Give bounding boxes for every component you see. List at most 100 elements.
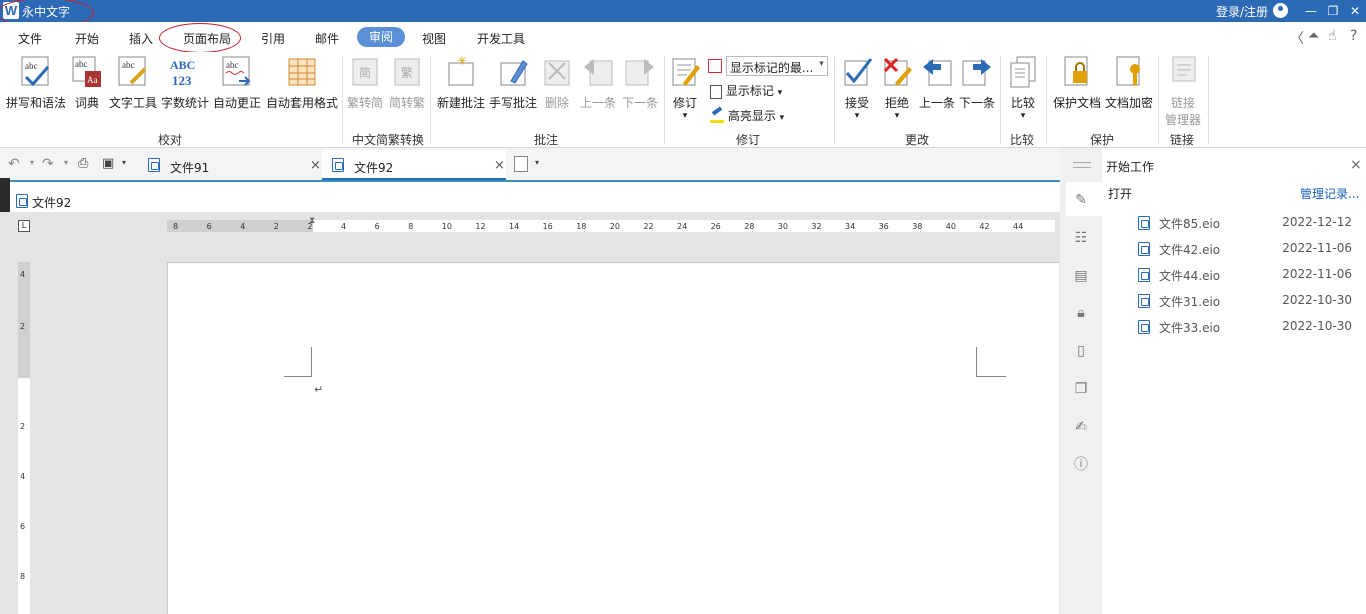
highlight-button[interactable]: 高亮显示 ▾: [710, 105, 785, 124]
chevron-down-icon: ▾: [779, 113, 785, 123]
recent-file-date: 2022-11-06: [1282, 241, 1352, 255]
undo-icon[interactable]: ↶: [8, 156, 20, 172]
to-simplified-button[interactable]: 简 繁转简: [344, 52, 386, 132]
chevron-left-icon[interactable]: 〈: [1290, 28, 1304, 48]
menu-references[interactable]: 引用: [261, 30, 285, 47]
prev-change-button[interactable]: 上一条: [916, 52, 958, 132]
svg-text:简: 简: [359, 66, 371, 80]
ruler-tick: 12: [475, 222, 486, 231]
ruler-tick: 6: [206, 222, 212, 231]
close-tab-icon[interactable]: ×: [494, 158, 505, 173]
recent-file-item[interactable]: 文件31.eio 2022-10-30: [1136, 290, 1356, 310]
dropdown-arrow-icon: ▾: [1020, 111, 1026, 121]
protect-document-button[interactable]: 保护文档: [1050, 52, 1104, 132]
recent-file-item[interactable]: 文件33.eio 2022-10-30: [1136, 316, 1356, 336]
menu-file[interactable]: 文件: [18, 30, 42, 47]
group-label-compare: 比较: [1010, 133, 1035, 147]
ruler-tick: 18: [576, 222, 587, 231]
redo-icon[interactable]: ↷: [42, 156, 54, 172]
print-preview-icon[interactable]: ⎙: [78, 156, 88, 171]
new-document-icon[interactable]: [514, 156, 528, 172]
close-icon[interactable]: ×: [1350, 157, 1362, 173]
close-icon[interactable]: ✕: [1346, 2, 1364, 20]
styles-icon[interactable]: ▤: [1073, 268, 1089, 284]
recent-file-item[interactable]: 文件44.eio 2022-11-06: [1136, 264, 1356, 284]
track-changes-button[interactable]: 修订 ▾: [666, 52, 704, 132]
to-traditional-button[interactable]: 繁 简转繁: [386, 52, 428, 132]
dropdown-arrow-icon: ▾: [682, 111, 688, 121]
delete-comment-button[interactable]: 删除: [534, 52, 580, 132]
restore-icon[interactable]: ❐: [1324, 2, 1342, 20]
menu-review[interactable]: 审阅: [357, 27, 405, 47]
group-label-links: 链接: [1170, 133, 1195, 147]
recent-file-name: 文件33.eio: [1159, 321, 1221, 335]
close-tab-icon[interactable]: ×: [310, 158, 321, 173]
next-comment-button[interactable]: 下一条: [618, 52, 662, 132]
horizontal-ruler[interactable]: ⧗ 8 6 4 2 2 4 6 8 10 12 14 16 18 20 22 24 26 28 30 32 34 36 38…: [167, 216, 1055, 232]
autoformat-button[interactable]: 自动套用格式: [264, 52, 340, 132]
pencil-icon[interactable]: ✎: [1073, 192, 1089, 208]
accept-button[interactable]: 接受 ▾: [836, 52, 878, 132]
reject-button[interactable]: 拒绝 ▾: [876, 52, 918, 132]
menu-mailings[interactable]: 邮件: [315, 30, 339, 47]
ruler-tick: 10: [441, 222, 452, 231]
help-icon[interactable]: ⓘ: [1073, 457, 1089, 473]
prev-comment-button[interactable]: 上一条: [576, 52, 620, 132]
drag-handle-icon[interactable]: [1073, 162, 1091, 168]
login-link[interactable]: 登录/注册: [1216, 3, 1268, 20]
paragraph-mark-icon: ↵: [314, 383, 324, 396]
tab-doc92[interactable]: 文件92 ×: [322, 150, 506, 180]
clipboard-icon[interactable]: ▯: [1073, 343, 1089, 359]
spell-grammar-button[interactable]: abc 拼写和语法: [6, 52, 66, 132]
user-icon[interactable]: [1273, 3, 1288, 18]
menu-view[interactable]: 视图: [422, 30, 446, 47]
vertical-ruler[interactable]: 4 2 2 4 6 8: [18, 262, 30, 614]
menu-insert[interactable]: 插入: [129, 30, 153, 47]
tab-doc91[interactable]: 文件91 ×: [140, 150, 322, 180]
chevron-down-icon[interactable]: ▾: [64, 158, 68, 167]
hand-icon[interactable]: ☝: [1328, 28, 1337, 44]
recent-file-item[interactable]: 文件42.eio 2022-11-06: [1136, 238, 1356, 258]
ribbon-separator: [1046, 56, 1047, 144]
manage-records-link[interactable]: 管理记录...: [1300, 185, 1359, 202]
text-tool-button[interactable]: abc 文字工具: [106, 52, 160, 132]
next-change-button[interactable]: 下一条: [956, 52, 998, 132]
encrypt-document-button[interactable]: 文档加密: [1102, 52, 1156, 132]
chevron-down-icon[interactable]: ▾: [122, 158, 126, 167]
ruler-tick: 36: [878, 222, 889, 231]
edit-icon[interactable]: ✍: [1073, 419, 1089, 435]
minimize-icon[interactable]: —: [1302, 2, 1320, 20]
collapse-ribbon-icon[interactable]: ⏶: [1308, 28, 1319, 44]
copy-icon[interactable]: ❐: [1073, 381, 1089, 397]
document-page[interactable]: ↵: [167, 262, 1059, 614]
ruler-tick: 30: [777, 222, 788, 231]
prev-arrow-icon: [921, 55, 953, 89]
show-markup-button[interactable]: 显示标记 ▾: [710, 82, 782, 99]
annotation-ellipse: [159, 23, 241, 53]
word-count-button[interactable]: ABC 123 字数统计: [158, 52, 212, 132]
chevron-down-icon[interactable]: ▾: [30, 158, 34, 167]
recent-file-item[interactable]: 文件85.eio 2022-12-12: [1136, 212, 1356, 232]
chevron-down-icon[interactable]: ▾: [535, 158, 539, 167]
menu-home[interactable]: 开始: [75, 30, 99, 47]
open-label: 打开: [1108, 187, 1133, 201]
word-doc-icon: [1138, 216, 1150, 230]
tab-stop-selector[interactable]: L: [18, 220, 30, 232]
handwrite-comment-button[interactable]: 手写批注: [486, 52, 540, 132]
menu-developer[interactable]: 开发工具: [477, 30, 525, 47]
autocorrect-button[interactable]: abc 自动更正: [210, 52, 264, 132]
display-markup-select[interactable]: 显示标记的最... ▾: [725, 56, 828, 76]
help-icon[interactable]: ?: [1350, 28, 1357, 44]
compare-button[interactable]: 比较 ▾: [1002, 52, 1044, 132]
lock-icon[interactable]: 🔒︎: [1073, 305, 1089, 321]
ruler-tick: 4: [20, 472, 26, 481]
dictionary-button[interactable]: abc Aa 词典: [64, 52, 110, 132]
link-manager-button[interactable]: 链接 管理器: [1160, 52, 1206, 132]
new-comment-button[interactable]: ✳ 新建批注: [434, 52, 488, 132]
recent-file-name: 文件44.eio: [1159, 269, 1221, 283]
group-label-tracking: 修订: [736, 133, 761, 147]
menu-bar: 文件 开始 插入 页面布局 引用 邮件 审阅 视图 开发工具 〈 ⏶ ☝ ?: [0, 22, 1366, 53]
sliders-icon[interactable]: ☷: [1073, 230, 1089, 246]
save-icon[interactable]: ▣: [102, 156, 114, 171]
recent-file-name: 文件31.eio: [1159, 295, 1221, 309]
